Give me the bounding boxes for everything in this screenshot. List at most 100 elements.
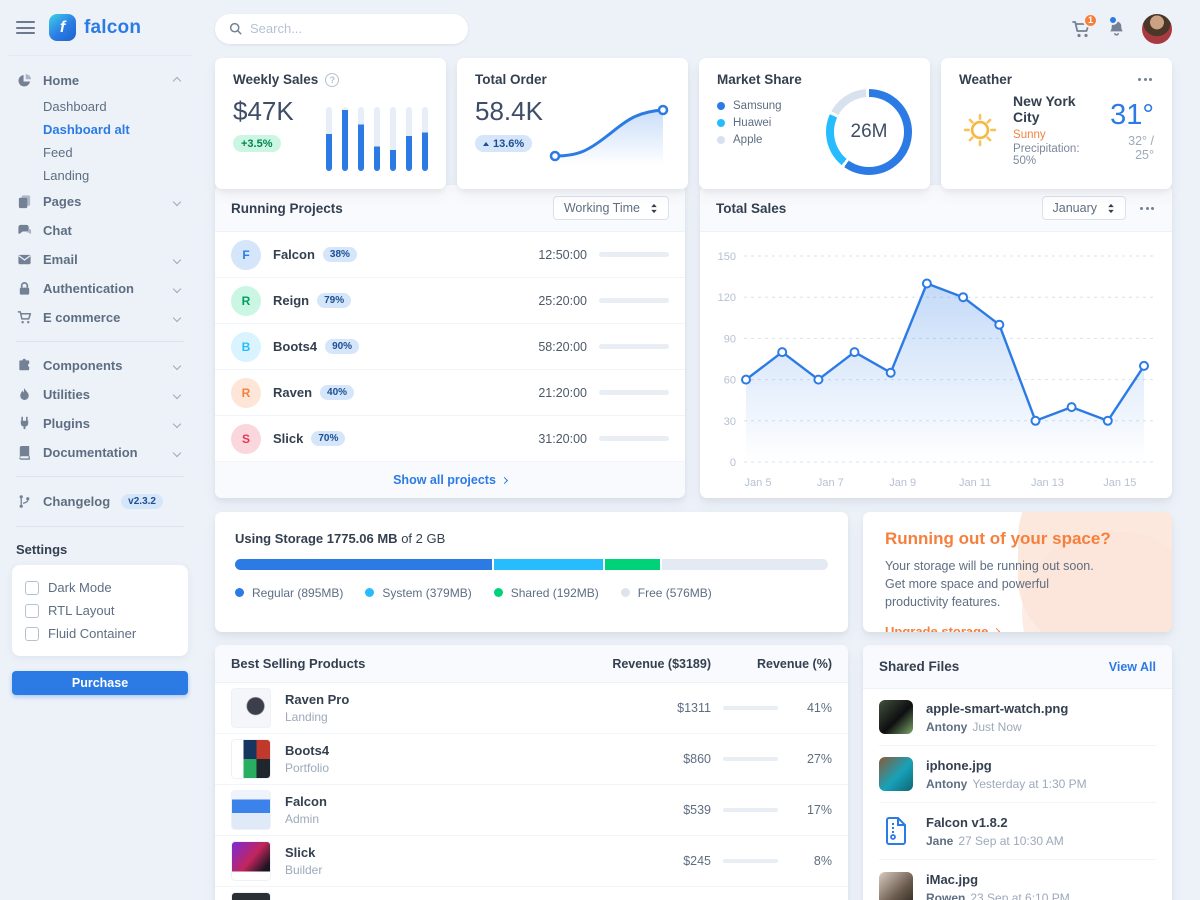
user-avatar[interactable] [1142,14,1172,44]
storage-card: Using Storage 1775.06 MB of 2 GB Regular… [215,512,848,632]
more-menu-icon[interactable] [1136,74,1154,85]
setting-toggle-rtl-layout[interactable]: RTL Layout [25,599,175,622]
running-projects-card: Running Projects Working Time F Falcon 3… [215,185,685,498]
chevron-down-icon [173,390,181,398]
checkbox-icon[interactable] [25,604,39,618]
sidebar: f falcon HomeDashboardDashboard altFeedL… [0,0,200,900]
month-select[interactable]: January [1042,196,1126,220]
changelog-label: Changelog [43,494,110,509]
file-owner: Antony [926,777,967,791]
file-thumbnail [879,700,913,734]
project-time: 58:20:00 [538,340,587,354]
product-revenue-bar [723,757,778,762]
sidebar-nav: HomeDashboardDashboard altFeedLandingPag… [8,56,192,467]
chat-icon [16,223,32,238]
show-all-projects-link[interactable]: Show all projects [215,462,685,498]
product-row-raven-pro[interactable]: Raven ProLanding $1311 41% [215,683,848,734]
project-row-boots4[interactable]: B Boots4 90% 58:20:00 [215,324,685,370]
notifications-button[interactable] [1107,19,1126,38]
legend-item-apple: Apple [717,131,826,148]
project-row-slick[interactable]: S Slick 70% 31:20:00 [215,416,685,462]
product-category: Builder [285,863,641,877]
cart-button[interactable]: 1 [1071,19,1091,39]
legend-item-huawei: Huawei [717,114,826,131]
setting-toggle-fluid-container[interactable]: Fluid Container [25,622,175,645]
project-progress-bar [599,252,669,257]
sidebar-subitem-landing[interactable]: Landing [8,164,192,187]
project-name: Reign [273,293,309,308]
product-row-slick[interactable]: SlickBuilder $245 8% [215,836,848,887]
chart-pie-icon [16,73,32,88]
sidebar-item-utilities[interactable]: Utilities [8,380,192,409]
sidebar-item-pages[interactable]: Pages [8,187,192,216]
project-time: 31:20:00 [538,432,587,446]
sidebar-divider [16,341,184,342]
sidebar-subitem-feed[interactable]: Feed [8,141,192,164]
svg-text:120: 120 [718,292,736,304]
svg-text:60: 60 [724,375,736,387]
sidebar-subitem-dashboard-alt[interactable]: Dashboard alt [8,118,192,141]
file-row-apple-smart-watch-png[interactable]: apple-smart-watch.png AntonyJust Now [879,689,1156,746]
project-row-reign[interactable]: R Reign 79% 25:20:00 [215,278,685,324]
sidebar-item-authentication[interactable]: Authentication [8,274,192,303]
sidebar-item-components[interactable]: Components [8,351,192,380]
sidebar-item-chat[interactable]: Chat [8,216,192,245]
puzzle-icon [16,358,32,373]
settings-panel: Dark ModeRTL LayoutFluid Container [12,565,188,656]
weekly-bar-3 [358,107,364,171]
upgrade-storage-link[interactable]: Upgrade storage [885,624,999,632]
product-revenue-bar [723,808,778,813]
svg-text:Jan 9: Jan 9 [889,477,916,489]
purchase-button[interactable]: Purchase [12,671,188,695]
svg-text:Jan 7: Jan 7 [817,477,844,489]
hamburger-menu-icon[interactable] [16,18,35,38]
market-share-card: Market Share SamsungHuaweiApple 26M [699,58,930,189]
search-box[interactable] [215,14,468,44]
sidebar-item-email[interactable]: Email [8,245,192,274]
setting-toggle-dark-mode[interactable]: Dark Mode [25,576,175,599]
running-projects-title: Running Projects [231,201,343,216]
code-branch-icon [16,494,32,509]
weekly-sales-badge: +3.5% [233,135,281,152]
product-row[interactable] [215,887,848,900]
product-row-boots4[interactable]: Boots4Portfolio $860 27% [215,734,848,785]
chevron-down-icon [173,419,181,427]
product-revenue-bar [723,859,778,864]
brand-logo[interactable]: f falcon [49,14,141,41]
legend-dot [621,588,630,597]
book-icon [16,445,32,460]
file-row-falcon-v1-8-2[interactable]: Falcon v1.8.2 Jane27 Sep at 10:30 AM [879,803,1156,860]
product-thumbnail [231,892,271,900]
sidebar-item-changelog[interactable]: Changelog v2.3.2 [8,486,192,517]
help-icon[interactable]: ? [325,73,339,87]
more-menu-icon[interactable] [1138,203,1156,214]
total-sales-card: Total Sales January 0306090120150Jan 5Ja… [700,185,1172,498]
file-name: iphone.jpg [926,758,1087,773]
project-avatar: R [231,378,261,408]
working-time-select[interactable]: Working Time [553,196,669,220]
plug-icon [16,416,32,431]
sidebar-item-home[interactable]: Home [8,66,192,95]
sidebar-item-e-commerce[interactable]: E commerce [8,303,192,332]
sidebar-item-plugins[interactable]: Plugins [8,409,192,438]
upgrade-space-card: Running out of your space? Your storage … [863,512,1172,632]
checkbox-icon[interactable] [25,581,39,595]
checkbox-icon[interactable] [25,627,39,641]
storage-segment-system [494,559,603,570]
product-row-falcon[interactable]: FalconAdmin $539 17% [215,785,848,836]
project-row-falcon[interactable]: F Falcon 38% 12:50:00 [215,232,685,278]
caret-up-icon [483,142,489,146]
legend-dot [365,588,374,597]
file-time: Just Now [972,720,1021,734]
market-share-legend: SamsungHuaweiApple [717,97,826,148]
search-input[interactable] [250,21,440,36]
project-row-raven[interactable]: R Raven 40% 21:20:00 [215,370,685,416]
sidebar-item-documentation[interactable]: Documentation [8,438,192,467]
view-all-link[interactable]: View All [1109,660,1156,674]
total-sales-line-chart: 0306090120150Jan 5Jan 7Jan 9Jan 11Jan 13… [708,240,1160,494]
file-row-imac-jpg[interactable]: iMac.jpg Rowen23 Sep at 6:10 PM [879,860,1156,900]
file-row-iphone-jpg[interactable]: iphone.jpg AntonyYesterday at 1:30 PM [879,746,1156,803]
chevron-down-icon [173,255,181,263]
sidebar-subitem-dashboard[interactable]: Dashboard [8,95,192,118]
project-avatar: F [231,240,261,270]
